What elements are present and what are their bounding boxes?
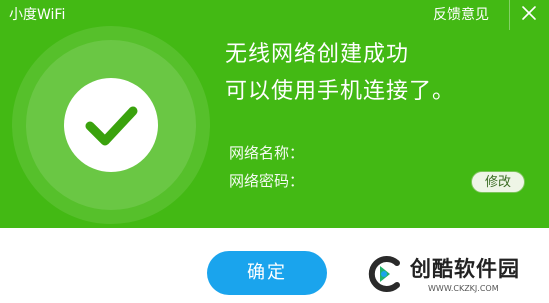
watermark: 创酷软件园 WWW.CKZKJ.COM xyxy=(354,248,544,300)
success-subheadline: 可以使用手机连接了。 xyxy=(225,79,456,104)
app-title: 小度WiFi xyxy=(9,7,66,23)
watermark-url: WWW.CKZKJ.COM xyxy=(428,284,499,293)
feedback-link[interactable]: 反馈意见 xyxy=(433,7,489,23)
close-icon xyxy=(522,6,536,20)
success-headline: 无线网络创建成功 xyxy=(225,42,410,67)
title-bar: 小度WiFi 反馈意见 xyxy=(0,0,549,30)
success-panel: 小度WiFi 反馈意见 无线网络创建成功 可以使用手机连接了。 网络名称： 网络… xyxy=(0,0,549,228)
close-button[interactable] xyxy=(515,2,543,26)
network-password-label: 网络密码： xyxy=(229,172,305,190)
modify-button[interactable]: 修改 xyxy=(471,171,525,193)
checkmark-icon xyxy=(85,106,138,146)
confirm-button[interactable]: 确定 xyxy=(207,251,327,295)
network-name-label: 网络名称： xyxy=(229,144,305,162)
wifi-success-window: 小度WiFi 反馈意见 无线网络创建成功 可以使用手机连接了。 网络名称： 网络… xyxy=(0,0,549,303)
watermark-logo xyxy=(368,256,400,292)
title-divider xyxy=(509,0,510,30)
success-badge xyxy=(64,78,158,172)
watermark-name: 创酷软件园 xyxy=(410,257,520,281)
